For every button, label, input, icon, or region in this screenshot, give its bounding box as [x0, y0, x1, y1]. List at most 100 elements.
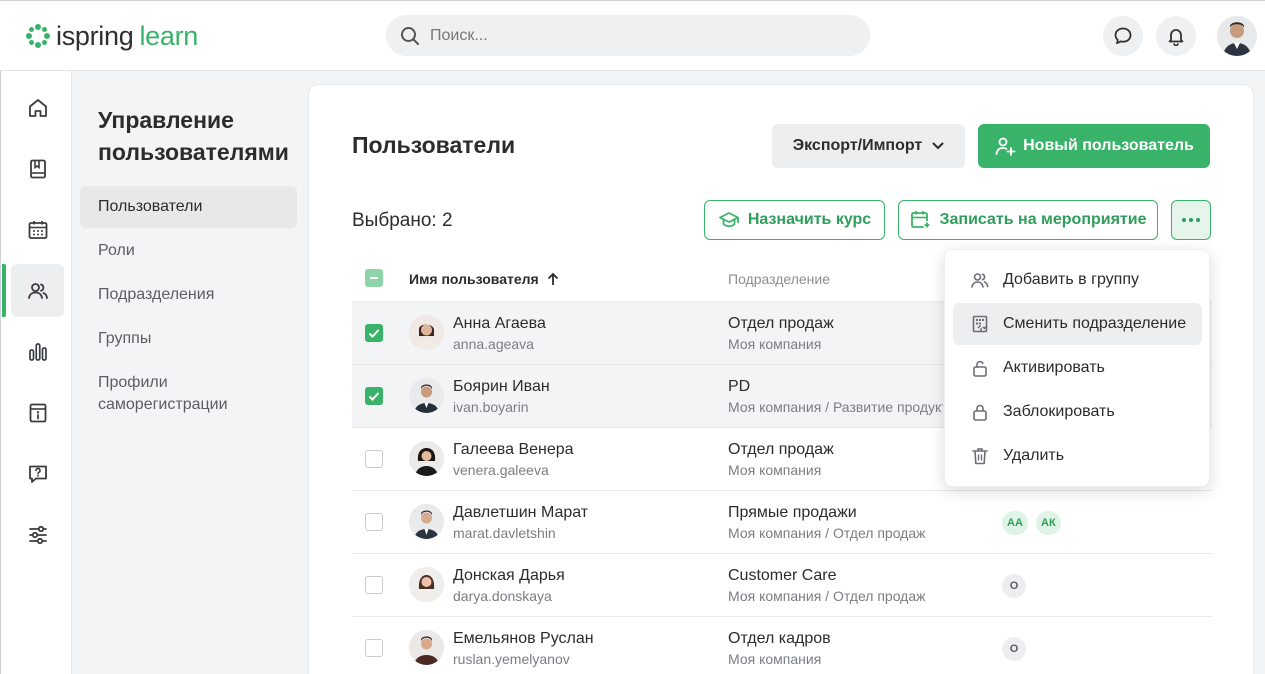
menu-item-block[interactable]: Заблокировать [953, 391, 1202, 433]
search-input[interactable] [430, 26, 830, 45]
avatar [409, 315, 444, 350]
menu-item-add-to-group[interactable]: Добавить в группу [953, 259, 1202, 301]
nav-info[interactable] [11, 386, 64, 439]
group-chip[interactable]: О [1002, 637, 1026, 661]
active-nav-indicator [2, 264, 6, 317]
row-checkbox[interactable] [365, 513, 383, 531]
sidebar-title: Управление пользователями [98, 107, 289, 165]
menu-item-delete[interactable]: Удалить [953, 435, 1202, 477]
row-checkbox[interactable] [365, 576, 383, 594]
top-bar: ispring learn [0, 0, 1265, 71]
trash-icon [969, 445, 991, 467]
menu-item-activate[interactable]: Активировать [953, 347, 1202, 389]
nav-help[interactable] [11, 447, 64, 500]
department-path: Моя компания / Отдел продаж [728, 588, 926, 604]
user-name[interactable]: Анна Агаева [453, 315, 546, 333]
user-login: venera.galeeva [453, 462, 549, 478]
menu-item-label: Добавить в группу [1003, 271, 1139, 288]
chat-button[interactable] [1103, 16, 1143, 56]
ispring-logo[interactable]: ispring learn [26, 20, 198, 52]
user-name[interactable]: Галеева Венера [453, 441, 574, 459]
column-department[interactable]: Подразделение [728, 271, 830, 287]
more-dots-icon [1182, 218, 1200, 222]
logo-text: ispring learn [56, 20, 198, 51]
export-import-button[interactable]: Экспорт/Импорт [772, 124, 965, 168]
calendar-add-icon [910, 211, 931, 229]
menu-item-label: Сменить подразделение [1003, 315, 1187, 332]
row-checkbox[interactable] [365, 387, 383, 405]
user-name[interactable]: Емельянов Руслан [453, 630, 594, 648]
sliders-icon [28, 525, 47, 544]
user-name[interactable]: Боярин Иван [453, 378, 550, 396]
avatar [409, 378, 444, 413]
info-icon [29, 403, 46, 422]
check-icon [368, 392, 380, 401]
group-chip[interactable]: АК [1036, 511, 1061, 535]
menu-item-change-department[interactable]: Сменить подразделение [953, 303, 1202, 345]
department-path: Моя компания / Развитие продуктов [728, 399, 943, 415]
column-user-name-label: Имя пользователя [409, 271, 539, 287]
selected-count: Выбрано: 2 [352, 210, 453, 231]
nav-settings[interactable] [11, 508, 64, 561]
sidebar-item-users[interactable]: Пользователи [80, 186, 297, 228]
column-user-name[interactable]: Имя пользователя [409, 271, 559, 287]
row-checkbox[interactable] [365, 324, 383, 342]
users-add-icon [969, 269, 991, 291]
table-row[interactable]: Давлетшин Марат marat.davletshin Прямые … [352, 490, 1212, 553]
row-checkbox[interactable] [365, 639, 383, 657]
main-navigation-rail [0, 71, 72, 674]
table-row[interactable]: Емельянов Руслан ruslan.yemelyanov Отдел… [352, 616, 1212, 674]
sidebar-item-departments[interactable]: Подразделения [80, 274, 297, 316]
user-name[interactable]: Донская Дарья [453, 567, 565, 585]
book-icon [29, 159, 46, 178]
user-avatar[interactable] [1217, 16, 1257, 56]
select-all-checkbox[interactable] [365, 269, 383, 287]
user-add-icon [995, 137, 1016, 156]
department-path: Моя компания [728, 336, 822, 352]
search-icon [401, 26, 419, 45]
table-row[interactable]: Донская Дарья darya.donskaya Customer Ca… [352, 553, 1212, 616]
search-box[interactable] [386, 15, 870, 56]
assign-course-button[interactable]: Назначить курс [704, 200, 885, 240]
sidebar-item-self-registration[interactable]: Профили саморегистрации [80, 371, 280, 417]
nav-calendar[interactable] [11, 203, 64, 256]
menu-item-label: Заблокировать [1003, 403, 1115, 420]
chart-icon [28, 342, 47, 361]
sidebar-item-groups[interactable]: Группы [80, 318, 297, 360]
menu-item-label: Удалить [1003, 447, 1065, 464]
enroll-event-button[interactable]: Записать на мероприятие [898, 200, 1158, 240]
department-path: Моя компания [728, 462, 822, 478]
group-chip[interactable]: АА [1002, 511, 1028, 535]
user-name[interactable]: Давлетшин Марат [453, 504, 588, 522]
question-icon [28, 465, 47, 483]
user-department: Отдел продаж [728, 315, 834, 332]
sidebar-item-roles[interactable]: Роли [80, 230, 297, 272]
nav-home[interactable] [11, 81, 64, 134]
users-icon [27, 282, 48, 299]
more-actions-button[interactable] [1171, 200, 1211, 240]
new-user-button[interactable]: Новый пользователь [978, 124, 1210, 168]
row-checkbox[interactable] [365, 450, 383, 468]
user-department: Customer Care [728, 567, 837, 584]
users-management-sidebar: Управление пользователями Пользователи Р… [72, 71, 308, 674]
home-icon [28, 98, 47, 117]
user-department: Отдел кадров [728, 630, 831, 647]
lock-icon [969, 401, 991, 423]
minus-icon [370, 277, 378, 279]
nav-reports[interactable] [11, 325, 64, 378]
notifications-button[interactable] [1156, 16, 1196, 56]
department-path: Моя компания / Отдел продаж [728, 525, 926, 541]
more-actions-menu: Добавить в группу Сменить подразделение … [944, 249, 1210, 487]
user-login: anna.ageava [453, 336, 534, 352]
nav-users[interactable] [11, 264, 64, 317]
user-login: marat.davletshin [453, 525, 556, 541]
enroll-event-label: Записать на мероприятие [939, 211, 1147, 228]
graduation-cap-icon [718, 212, 739, 228]
new-user-label: Новый пользователь [1023, 137, 1194, 154]
nav-courses[interactable] [11, 142, 64, 195]
user-department: PD [728, 378, 751, 395]
unlock-icon [969, 357, 991, 379]
export-import-label: Экспорт/Импорт [792, 137, 923, 154]
group-chip[interactable]: О [1002, 574, 1026, 598]
avatar [409, 504, 444, 539]
